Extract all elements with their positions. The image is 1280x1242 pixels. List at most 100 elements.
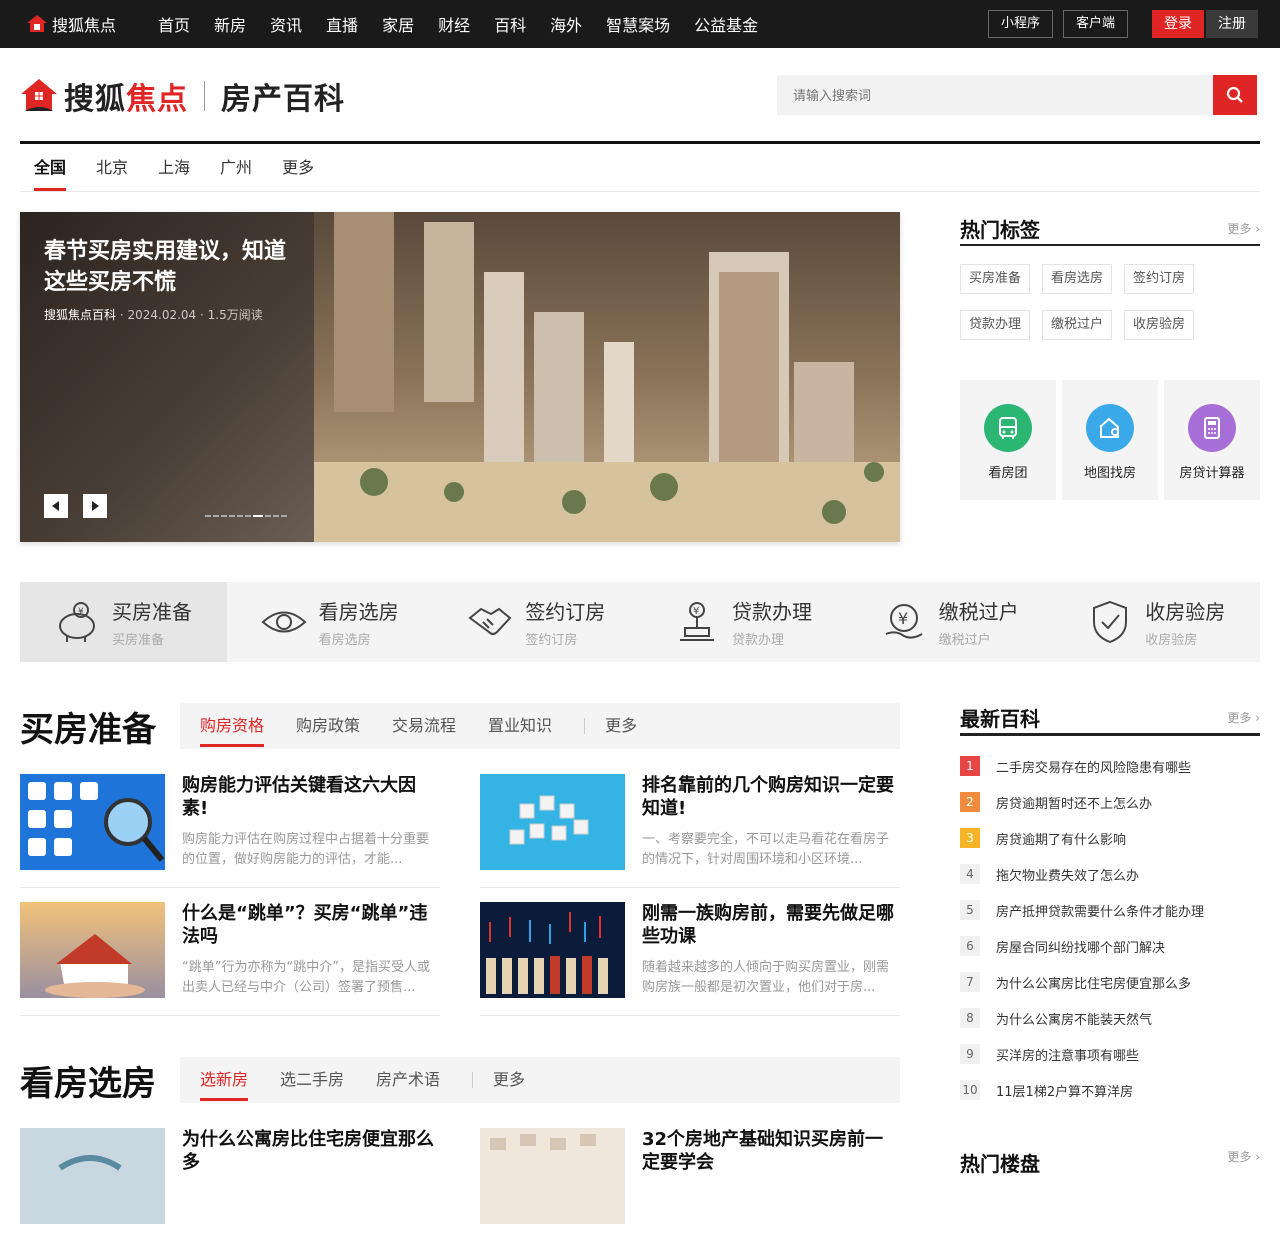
category-loan[interactable]: ¥ 贷款办理 贷款办理: [640, 582, 847, 662]
list-item-title[interactable]: 房贷逾期了有什么影响: [996, 829, 1126, 848]
article-title[interactable]: 32个房地产基础知识买房前一定要学会: [642, 1128, 900, 1174]
article-title[interactable]: 什么是“跳单”？买房“跳单”违法吗: [182, 902, 440, 948]
list-item[interactable]: 4 拖欠物业费失效了怎么办: [960, 856, 1260, 892]
section-buy-prep-header: 买房准备 购房资格 购房政策 交易流程 置业知识 更多: [20, 703, 900, 750]
article-card[interactable]: 什么是“跳单”？买房“跳单”违法吗 “跳单”行为亦称为“跳中介”，是指买受人或出…: [20, 902, 440, 1016]
carousel-prev-button[interactable]: [44, 494, 68, 518]
hero-source: 搜狐焦点百科: [44, 308, 117, 322]
article-card[interactable]: 32个房地产基础知识买房前一定要学会: [480, 1128, 900, 1242]
tab-second-hand[interactable]: 选二手房: [280, 1057, 344, 1103]
nav-item-encyclopedia[interactable]: 百科: [494, 12, 526, 36]
hot-tags-more-link[interactable]: 更多 ›: [1227, 220, 1260, 237]
nav-item-charity[interactable]: 公益基金: [694, 12, 758, 36]
list-item-title[interactable]: 房贷逾期暂时还不上怎么办: [996, 793, 1152, 812]
list-item[interactable]: 3 房贷逾期了有什么影响: [960, 820, 1260, 856]
nav-item-home-decor[interactable]: 家居: [382, 12, 414, 36]
category-subtitle: 看房选房: [318, 633, 371, 648]
tool-map-search[interactable]: 地图找房: [1062, 380, 1158, 500]
tab-more[interactable]: 更多: [493, 1057, 525, 1103]
section-title: 看房选房: [20, 1063, 156, 1104]
category-sign-contract[interactable]: 签约订房 签约订房: [433, 582, 640, 662]
tag-item[interactable]: 贷款办理: [960, 310, 1031, 340]
mini-program-button[interactable]: 小程序: [987, 10, 1053, 38]
list-item[interactable]: 9 买洋房的注意事项有哪些: [960, 1036, 1260, 1072]
triangle-left-icon: [52, 501, 59, 511]
article-card[interactable]: 排名靠前的几个购房知识一定要知道! 一、考察要完全，不可以走马看花在看房子的情况…: [480, 774, 900, 888]
search-button[interactable]: [1213, 75, 1257, 115]
sohu-focus-logo[interactable]: 搜狐焦点: [26, 12, 158, 36]
list-item[interactable]: 1 二手房交易存在的风险隐患有哪些: [960, 748, 1260, 784]
hero-carousel[interactable]: 春节买房实用建议，知道这些买房不慌 搜狐焦点百科 · 2024.02.04 · …: [20, 212, 900, 542]
article-card[interactable]: 刚需一族购房前，需要先做足哪些功课 随着越来越多的人倾向于购买房置业，刚需购房族…: [480, 902, 900, 1016]
list-item[interactable]: 8 为什么公寓房不能装天然气: [960, 1000, 1260, 1036]
carousel-next-button[interactable]: [83, 494, 107, 518]
article-title[interactable]: 购房能力评估关键看这六大因素!: [182, 774, 440, 820]
list-item-title[interactable]: 买洋房的注意事项有哪些: [996, 1045, 1139, 1064]
hot-building-more-link[interactable]: 更多 ›: [1227, 1148, 1260, 1177]
city-tab-national[interactable]: 全国: [34, 144, 82, 191]
nav-item-home[interactable]: 首页: [158, 12, 190, 36]
list-item[interactable]: 7 为什么公寓房比住宅房便宜那么多: [960, 964, 1260, 1000]
register-button[interactable]: 注册: [1206, 10, 1258, 38]
brand[interactable]: 搜狐 焦点 房产百科: [20, 74, 345, 118]
article-title[interactable]: 为什么公寓房比住宅房便宜那么多: [182, 1128, 440, 1174]
category-inspection[interactable]: 收房验房 收房验房: [1053, 582, 1260, 662]
tab-new-house[interactable]: 选新房: [200, 1057, 249, 1103]
search-input[interactable]: [777, 75, 1213, 115]
nav-item-new-house[interactable]: 新房: [214, 12, 246, 36]
category-view-select[interactable]: 看房选房 看房选房: [227, 582, 434, 662]
nav-item-news[interactable]: 资讯: [270, 12, 302, 36]
svg-text:¥: ¥: [693, 606, 699, 617]
nav-item-live[interactable]: 直播: [326, 12, 358, 36]
list-item-title[interactable]: 为什么公寓房比住宅房便宜那么多: [996, 973, 1191, 992]
hero-title[interactable]: 春节买房实用建议，知道这些买房不慌: [44, 236, 296, 298]
city-tab-guangzhou[interactable]: 广州: [220, 144, 268, 191]
nav-item-overseas[interactable]: 海外: [550, 12, 582, 36]
list-item-title[interactable]: 房屋合同纠纷找哪个部门解决: [996, 937, 1165, 956]
category-tax-transfer[interactable]: ¥ 缴税过户 缴税过户: [847, 582, 1054, 662]
list-item[interactable]: 5 房产抵押贷款需要什么条件才能办理: [960, 892, 1260, 928]
article-card[interactable]: 购房能力评估关键看这六大因素! 购房能力评估在购房过程中占据着十分重要的位置，做…: [20, 774, 440, 888]
tag-item[interactable]: 缴税过户: [1042, 310, 1113, 340]
article-title[interactable]: 刚需一族购房前，需要先做足哪些功课: [642, 902, 900, 948]
latest-more-link[interactable]: 更多 ›: [1227, 709, 1260, 726]
tab-purchase-eligibility[interactable]: 购房资格: [200, 703, 265, 749]
list-item[interactable]: 2 房贷逾期暂时还不上怎么办: [960, 784, 1260, 820]
tab-property-knowledge[interactable]: 置业知识: [488, 703, 552, 749]
list-item[interactable]: 6 房屋合同纠纷找哪个部门解决: [960, 928, 1260, 964]
tag-item[interactable]: 买房准备: [960, 264, 1031, 294]
tool-mortgage-calculator[interactable]: 房贷计算器: [1164, 380, 1260, 500]
brand-sohu: 搜狐: [64, 82, 126, 117]
list-item[interactable]: 10 11层1梯2户算不算洋房: [960, 1072, 1260, 1108]
tab-purchase-policy[interactable]: 购房政策: [296, 703, 360, 749]
city-tab-more[interactable]: 更多: [282, 144, 330, 191]
shield-check-icon: [1085, 597, 1135, 647]
article-desc: 购房能力评估在购房过程中占据着十分重要的位置，做好购房能力的评估，才能...: [182, 832, 430, 867]
list-item-title[interactable]: 拖欠物业费失效了怎么办: [996, 865, 1139, 884]
article-title[interactable]: 排名靠前的几个购房知识一定要知道!: [642, 774, 900, 820]
client-button[interactable]: 客户端: [1062, 10, 1128, 38]
tag-item[interactable]: 看房选房: [1042, 264, 1113, 294]
latest-title: 最新百科: [960, 707, 1040, 731]
city-tab-shanghai[interactable]: 上海: [158, 144, 206, 191]
nav-item-finance[interactable]: 财经: [438, 12, 470, 36]
list-item-title[interactable]: 为什么公寓房不能装天然气: [996, 1009, 1152, 1028]
tab-terms[interactable]: 房产术语: [376, 1057, 440, 1103]
article-card[interactable]: 为什么公寓房比住宅房便宜那么多: [20, 1128, 440, 1242]
login-button[interactable]: 登录: [1152, 10, 1204, 38]
list-item-title[interactable]: 房产抵押贷款需要什么条件才能办理: [996, 901, 1204, 920]
tag-item[interactable]: 收房验房: [1124, 310, 1195, 340]
tool-house-tour[interactable]: 看房团: [960, 380, 1056, 500]
category-buy-prep[interactable]: ¥ 买房准备 买房准备: [20, 582, 227, 662]
svg-text:¥: ¥: [78, 607, 84, 617]
latest-header: 最新百科 更多 ›: [960, 702, 1260, 736]
latest-list: 1 二手房交易存在的风险隐患有哪些 2 房贷逾期暂时还不上怎么办 3 房贷逾期了有什么…: [960, 748, 1260, 1108]
list-item-title[interactable]: 二手房交易存在的风险隐患有哪些: [996, 757, 1191, 776]
tab-more[interactable]: 更多: [605, 703, 637, 749]
tag-item[interactable]: 签约订房: [1124, 264, 1195, 294]
list-item-title[interactable]: 11层1梯2户算不算洋房: [996, 1081, 1133, 1100]
tab-transaction-process[interactable]: 交易流程: [392, 703, 456, 749]
city-tab-beijing[interactable]: 北京: [96, 144, 144, 191]
nav-item-smart-sales[interactable]: 智慧案场: [606, 12, 670, 36]
category-title: 看房选房: [318, 600, 399, 624]
